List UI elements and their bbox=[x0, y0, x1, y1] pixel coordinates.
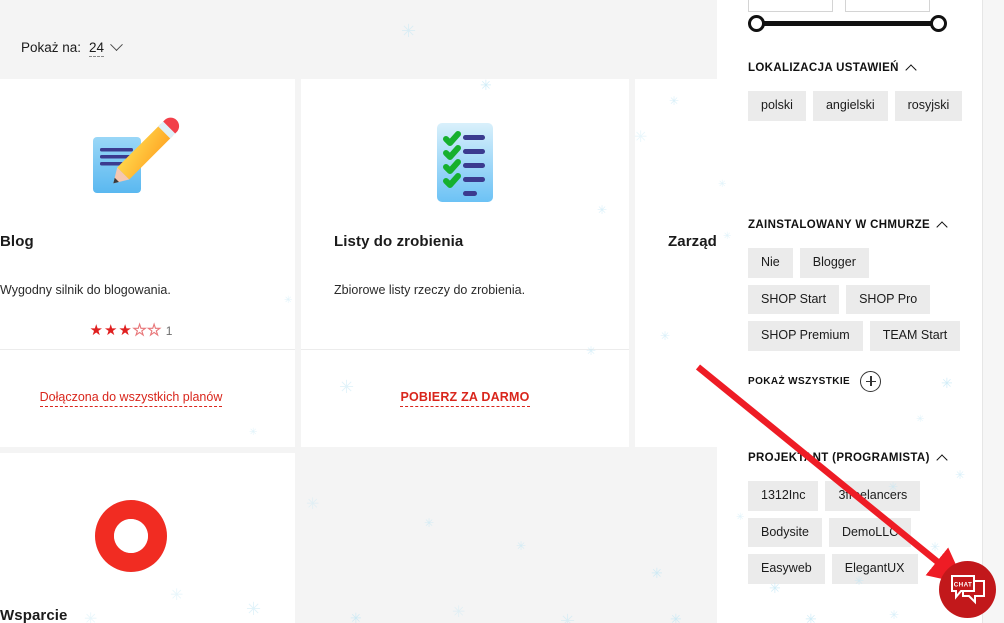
card-title: Wsparcie bbox=[0, 607, 68, 623]
filter-section-header[interactable]: PROJEKTANT (PROGRAMISTA) bbox=[748, 452, 963, 466]
extension-card-grid: Blog Wygodny silnik do blogowania. ★ ★ ★ ★ ★… bbox=[0, 79, 717, 623]
filter-section-developer: PROJEKTANT (PROGRAMISTA) 1312Inc 3freelan… bbox=[748, 452, 963, 584]
browser-gear-icon bbox=[668, 103, 717, 221]
extension-card[interactable]: Wsparcie bbox=[0, 453, 295, 623]
chevron-up-icon[interactable] bbox=[905, 64, 917, 76]
filter-chip[interactable]: SHOP Premium bbox=[748, 321, 863, 351]
range-knob-max[interactable] bbox=[930, 15, 947, 32]
extension-card[interactable]: Blog Wygodny silnik do blogowania. ★ ★ ★ ★ ★… bbox=[0, 79, 295, 447]
star-icon: ★ bbox=[147, 322, 162, 339]
extension-card[interactable]: Zarządzanie motywem bbox=[635, 79, 717, 447]
extension-card[interactable]: Listy do zrobienia Zbiorowe listy rzeczy… bbox=[301, 79, 629, 447]
lifebuoy-icon bbox=[0, 477, 262, 595]
filter-chip[interactable]: polski bbox=[748, 91, 806, 121]
filter-chip[interactable]: SHOP Start bbox=[748, 284, 840, 315]
filter-chip[interactable]: ElegantUX bbox=[831, 554, 918, 584]
show-all-label: POKAŻ WSZYSTKIE bbox=[748, 375, 851, 387]
filter-chip[interactable]: TEAM Start bbox=[869, 321, 961, 351]
chat-bubbles-icon: CHAT bbox=[950, 574, 985, 604]
chevron-up-icon[interactable] bbox=[936, 221, 948, 233]
filter-chip[interactable]: Easyweb bbox=[748, 554, 825, 584]
filter-section-cloud: ZAINSTALOWANY W CHMURZE Nie Blogger SHOP S… bbox=[748, 219, 963, 392]
per-page-select[interactable]: 24 bbox=[89, 40, 105, 57]
star-icon: ★ bbox=[118, 322, 132, 339]
price-min-input[interactable] bbox=[748, 0, 833, 12]
filter-chip[interactable]: Blogger bbox=[799, 248, 869, 278]
card-title: Listy do zrobienia bbox=[334, 233, 464, 250]
star-rating: ★ ★ ★ ★ ★ bbox=[89, 322, 162, 339]
card-body: Blog Wygodny silnik do blogowania. ★ ★ ★ ★ ★… bbox=[0, 79, 295, 349]
chevron-down-icon[interactable] bbox=[110, 38, 123, 52]
card-action-link[interactable]: POBIERZ ZA DARMO bbox=[400, 390, 530, 407]
main-content-area: Pokaż na: 24 Blog Wygodny silnik do blog… bbox=[0, 0, 717, 623]
card-footer: POBIERZ ZA DARMO bbox=[301, 349, 629, 447]
chevron-up-icon[interactable] bbox=[936, 454, 948, 466]
filter-section-title: ZAINSTALOWANY W CHMURZE bbox=[748, 219, 931, 231]
card-body: Listy do zrobienia Zbiorowe listy rzeczy… bbox=[301, 79, 629, 349]
card-rating: ★ ★ ★ ★ ★ 1 bbox=[0, 322, 262, 339]
filter-section-header[interactable]: ZAINSTALOWANY W CHMURZE bbox=[748, 219, 963, 233]
filter-chip[interactable]: DemoLLC bbox=[828, 517, 912, 548]
pencil-note-icon bbox=[0, 103, 262, 221]
per-page-label: Pokaż na: bbox=[21, 40, 82, 55]
sidebar-right-gutter bbox=[983, 0, 1004, 623]
filter-section-title: LOKALIZACJA USTAWIEŃ bbox=[748, 62, 899, 74]
filter-section-header[interactable]: LOKALIZACJA USTAWIEŃ bbox=[748, 62, 963, 76]
filter-chip[interactable]: 3freelancers bbox=[825, 481, 921, 511]
range-track bbox=[756, 21, 939, 26]
rating-count: 1 bbox=[165, 323, 173, 338]
price-range-slider[interactable] bbox=[748, 15, 947, 33]
star-icon: ★ bbox=[89, 322, 103, 339]
card-action-link[interactable]: Dołączona do wszystkich planów bbox=[39, 390, 223, 407]
filter-chip[interactable]: 1312Inc bbox=[748, 481, 819, 511]
card-body: Zarządzanie motywem bbox=[635, 79, 717, 349]
card-title: Blog bbox=[0, 233, 34, 250]
star-icon: ★ bbox=[103, 322, 118, 339]
chat-widget-button[interactable]: CHAT bbox=[939, 561, 996, 618]
filter-chip-list: 1312Inc 3freelancers Bodysite DemoLLC Easywe… bbox=[748, 481, 963, 584]
star-icon: ★ bbox=[132, 322, 147, 339]
filter-section-title: PROJEKTANT (PROGRAMISTA) bbox=[748, 452, 930, 464]
card-body: Wsparcie bbox=[0, 453, 295, 623]
filter-chip[interactable]: rosyjski bbox=[894, 91, 963, 121]
filters-sidebar: LOKALIZACJA USTAWIEŃ polski angielski rosy… bbox=[717, 0, 982, 623]
filter-chip-list: Nie Blogger SHOP Start SHOP Pro SHOP Premium… bbox=[748, 248, 963, 351]
filter-chip[interactable]: Bodysite bbox=[748, 517, 822, 548]
show-all-toggle[interactable]: POKAŻ WSZYSTKIE bbox=[748, 370, 963, 392]
card-title: Zarządzanie motywem bbox=[668, 233, 717, 250]
page-root: Pokaż na: 24 Blog Wygodny silnik do blog… bbox=[0, 0, 1004, 623]
filter-section-localization: LOKALIZACJA USTAWIEŃ polski angielski rosy… bbox=[748, 62, 963, 121]
filter-chip[interactable]: SHOP Pro bbox=[846, 284, 931, 315]
filter-chip[interactable]: angielski bbox=[812, 91, 888, 121]
filter-chip-list: polski angielski rosyjski bbox=[748, 91, 963, 121]
card-description: Zbiorowe listy rzeczy do zrobienia. bbox=[334, 283, 526, 297]
filter-chip[interactable]: Nie bbox=[748, 248, 793, 278]
plus-circle-icon[interactable] bbox=[860, 370, 882, 392]
chat-label: CHAT bbox=[953, 581, 972, 588]
card-description: Wygodny silnik do blogowania. bbox=[0, 283, 171, 297]
price-range-inputs bbox=[748, 0, 930, 12]
results-toolbar: Pokaż na: 24 bbox=[0, 0, 717, 79]
card-footer: Dołączona do wszystkich planów bbox=[0, 349, 295, 447]
price-max-input[interactable] bbox=[845, 0, 930, 12]
range-knob-min[interactable] bbox=[748, 15, 765, 32]
checklist-icon bbox=[334, 103, 596, 221]
